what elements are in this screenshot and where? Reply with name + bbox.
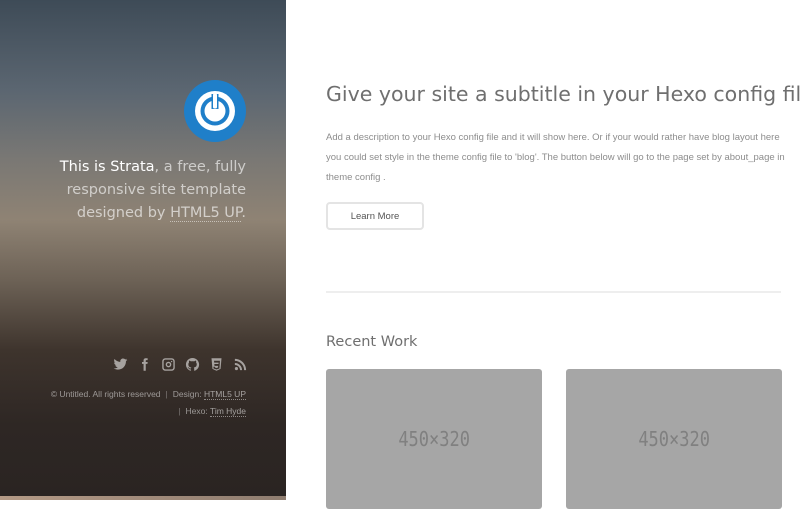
design-label: Design: [172,389,204,399]
copyright-text: © Untitled. All rights reserved [50,389,161,399]
page-description: Add a description to your Hexo config fi… [326,132,785,183]
hexo-link[interactable]: Tim Hyde [209,406,246,417]
thumbnail-placeholder-text: 450×320 [398,427,470,451]
intro-strong: This is Strata [59,159,155,175]
recent-work-title: Recent Work [326,334,418,350]
copyright-separator-2: | [178,406,181,416]
power-icon [195,91,235,131]
github-icon[interactable] [185,357,200,372]
intro-text: This is Strata, a free, fully responsive… [6,156,246,225]
copyright: © Untitled. All rights reserved | Design: … [6,386,246,420]
copyright-line-2: | Hexo: Tim Hyde [6,403,246,420]
twitter-icon[interactable] [113,357,128,372]
social-icons [113,357,248,372]
design-link[interactable]: HTML5 UP [203,389,246,400]
thumbnail-placeholder-text: 450×320 [638,427,710,451]
facebook-icon[interactable] [137,357,152,372]
section-divider [326,291,781,293]
main-content: Give your site a subtitle in your Hexo c… [286,0,800,509]
recent-work-thumbnail[interactable]: 450×320 [566,369,782,509]
avatar[interactable] [184,80,246,142]
rss-icon[interactable] [233,357,248,372]
learn-more-button[interactable]: Learn More [326,202,424,230]
instagram-icon[interactable] [161,357,176,372]
html5-icon[interactable] [209,357,224,372]
sidebar: This is Strata, a free, fully responsive… [0,0,286,500]
intro-end: . [241,205,246,221]
copyright-separator: | [165,389,168,399]
page-headline: Give your site a subtitle in your Hexo c… [326,82,800,106]
copyright-line-1: © Untitled. All rights reserved | Design: … [6,386,246,403]
html5up-link[interactable]: HTML5 UP [170,205,242,222]
recent-work-thumbnail[interactable]: 450×320 [326,369,542,509]
hexo-label: Hexo: [185,406,210,416]
